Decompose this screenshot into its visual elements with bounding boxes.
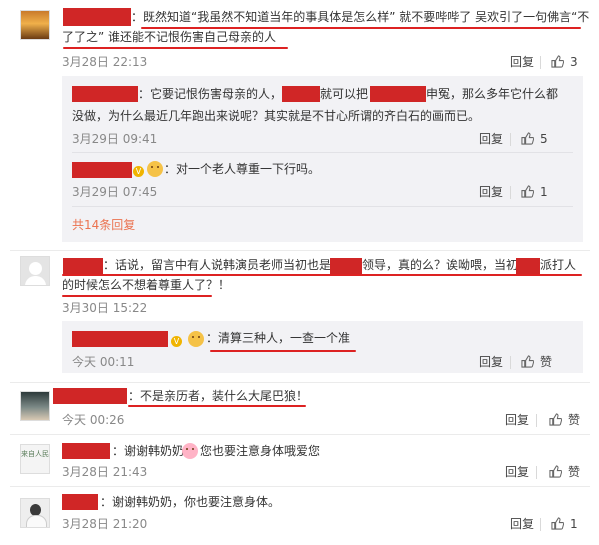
- comment-text: ：既然知道“我虽然不知道当年的事具体是怎么样” 就不要哔哔了 吴欢引了一句佛言“…: [131, 10, 590, 24]
- like-button[interactable]: 5: [521, 131, 548, 147]
- divider: [10, 434, 590, 435]
- divider: [510, 356, 511, 369]
- divider: [536, 414, 537, 427]
- like-button[interactable]: 赞: [549, 464, 580, 480]
- comment-timestamp: 今天 00:26: [62, 413, 125, 427]
- redacted-username: [72, 331, 168, 347]
- reply-text: ：对一个老人尊重一下行吗。: [164, 162, 321, 176]
- divider: [540, 518, 541, 531]
- like-button[interactable]: 3: [551, 54, 578, 70]
- thumb-up-icon: [551, 55, 564, 68]
- thumb-up-icon: [549, 413, 562, 426]
- like-button[interactable]: 1: [551, 516, 578, 532]
- divider: [540, 56, 541, 69]
- like-count: 1: [570, 517, 578, 531]
- comment-timestamp: 3月30日 15:22: [62, 301, 148, 315]
- emoji-face-icon: [188, 331, 204, 347]
- redacted-text: [370, 86, 426, 102]
- divider: [10, 250, 590, 251]
- redacted-text: [282, 86, 320, 102]
- like-count: 3: [570, 55, 578, 69]
- annotation-underline: [141, 27, 581, 29]
- avatar-text: 来自人民: [21, 450, 49, 458]
- reply-button[interactable]: 回复: [479, 354, 503, 370]
- comment-text: ：不是亲历者，装什么大尾巴狼！: [128, 389, 309, 403]
- divider: [10, 486, 590, 487]
- redacted-username: [63, 8, 131, 26]
- annotation-underline: [62, 274, 582, 276]
- comment-text: 了了之” 谁还能不记恨伤害自己母亲的人: [62, 30, 277, 44]
- commenter-avatar[interactable]: [20, 391, 50, 421]
- more-replies-link[interactable]: 共14条回复: [72, 216, 135, 233]
- like-label: 赞: [568, 413, 581, 427]
- redacted-username: [72, 162, 132, 178]
- divider: [510, 186, 511, 199]
- comment-text: 派打人: [540, 258, 577, 272]
- like-button[interactable]: 1: [521, 184, 548, 200]
- reply-text: 申冤，那么多年它什么都: [426, 87, 559, 101]
- reply-button[interactable]: 回复: [510, 516, 534, 532]
- reply-timestamp: 3月29日 07:45: [72, 185, 158, 199]
- reply-text: ：它要记恨伤害母亲的人，: [138, 87, 283, 101]
- annotation-underline: [62, 295, 212, 297]
- reply-button[interactable]: 回复: [479, 131, 503, 147]
- commenter-avatar[interactable]: [20, 256, 50, 286]
- reply-button[interactable]: 回复: [505, 464, 529, 480]
- thumb-up-icon: [521, 355, 534, 368]
- thumb-up-icon: [549, 465, 562, 478]
- emoji-face-icon: [147, 161, 163, 177]
- redacted-username: [72, 86, 138, 102]
- redacted-username: [62, 494, 98, 510]
- annotation-underline: [128, 405, 306, 407]
- divider: [72, 206, 573, 207]
- reply-text: 没做，为什么最近几年跑出来说呢？其实就是不甘心所谓的齐白石的画而已。: [72, 109, 481, 123]
- reply-button[interactable]: 回复: [479, 184, 503, 200]
- annotation-underline: [63, 47, 288, 49]
- comment-text: ：话说，留言中有人说韩演员老师当初也是: [103, 258, 332, 272]
- divider: [10, 382, 590, 383]
- thumb-up-icon: [521, 185, 534, 198]
- kiss-emoji-icon: [182, 443, 198, 459]
- redacted-username: [53, 388, 127, 404]
- like-count: 5: [540, 132, 548, 146]
- redacted-username: [62, 443, 110, 459]
- commenter-avatar[interactable]: 来自人民: [20, 444, 50, 474]
- comment-text: 的时候怎么不想着尊重人了？！: [62, 278, 231, 292]
- thumb-up-icon: [551, 517, 564, 530]
- commenter-avatar[interactable]: [20, 498, 50, 528]
- comment-timestamp: 3月28日 21:20: [62, 517, 148, 531]
- comment-text: 您也要注意身体哦爱您: [200, 444, 321, 458]
- comment-timestamp: 3月28日 21:43: [62, 465, 148, 479]
- comment-text: ：谢谢韩奶奶: [112, 444, 185, 458]
- reply-timestamp: 今天 00:11: [72, 355, 135, 369]
- divider: [72, 152, 573, 153]
- like-button[interactable]: 赞: [521, 354, 552, 370]
- annotation-underline: [210, 350, 356, 352]
- commenter-avatar[interactable]: [20, 10, 50, 40]
- comment-text: ：谢谢韩奶奶，你也要注意身体。: [100, 495, 281, 509]
- like-label: 赞: [540, 355, 553, 369]
- comment-text: 领导，真的么？诶呦喂，当初: [362, 258, 519, 272]
- like-button[interactable]: 赞: [549, 412, 580, 428]
- reply-text: ：清算三种人，一查一个准: [206, 331, 351, 345]
- divider: [536, 466, 537, 479]
- verified-badge-icon: V: [171, 333, 182, 347]
- thumb-up-icon: [521, 132, 534, 145]
- reply-button[interactable]: 回复: [510, 54, 534, 70]
- verified-badge-icon: V: [133, 163, 144, 177]
- comment-timestamp: 3月28日 22:13: [62, 55, 148, 69]
- reply-text: 就可以把: [320, 87, 369, 101]
- like-label: 赞: [568, 465, 581, 479]
- divider: [510, 133, 511, 146]
- like-count: 1: [540, 185, 548, 199]
- reply-timestamp: 3月29日 09:41: [72, 132, 158, 146]
- reply-button[interactable]: 回复: [505, 412, 529, 428]
